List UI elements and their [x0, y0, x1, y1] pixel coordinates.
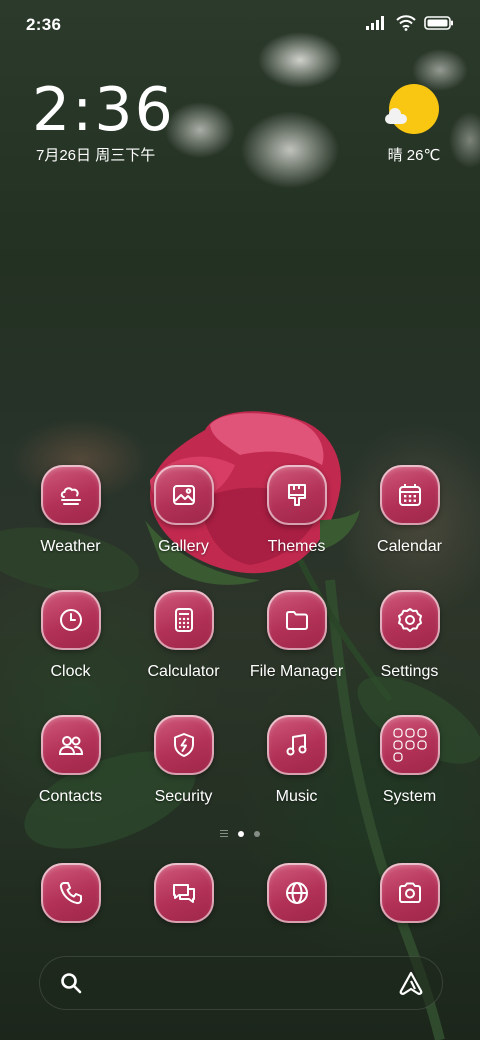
app-label: Settings	[380, 663, 439, 680]
dock-phone[interactable]	[14, 863, 127, 923]
dock-messages[interactable]	[127, 863, 240, 923]
messages-icon	[153, 863, 214, 923]
app-themes[interactable]: Themes	[240, 465, 353, 556]
app-label: File Manager	[249, 663, 344, 680]
shield-icon	[153, 715, 214, 775]
folder-icon	[266, 590, 327, 650]
app-label: Weather	[40, 538, 101, 555]
app-contacts[interactable]: Contacts	[14, 715, 127, 806]
sunny-partly-cloudy-icon	[385, 84, 439, 134]
music-note-icon	[266, 715, 327, 775]
app-file-manager[interactable]: File Manager	[240, 590, 353, 681]
widget-date: 7月26日 周三下午	[36, 147, 156, 164]
app-label: Calendar	[377, 538, 442, 555]
search-icon[interactable]	[59, 971, 83, 995]
app-label: Music	[275, 788, 318, 805]
status-time: 2:36	[26, 15, 62, 34]
app-clock[interactable]: Clock	[14, 590, 127, 681]
status-bar: 2:36	[0, 0, 480, 50]
app-weather[interactable]: Weather	[14, 465, 127, 556]
phone-icon	[40, 863, 101, 923]
page-dot-active[interactable]	[238, 830, 244, 837]
app-label: Clock	[50, 663, 91, 680]
page-indicator[interactable]	[0, 830, 480, 837]
gallery-icon	[153, 465, 214, 525]
app-music[interactable]: Music	[240, 715, 353, 806]
signal-icon	[366, 16, 384, 30]
weather-widget[interactable]: 晴 26℃	[384, 84, 444, 165]
clock-icon	[40, 590, 101, 650]
widget-time: 2:36	[32, 75, 175, 145]
status-icons	[366, 15, 454, 31]
app-list-icon[interactable]	[220, 830, 228, 837]
folder-grid-icon	[379, 715, 440, 775]
dock-camera[interactable]	[353, 863, 466, 923]
app-system-folder[interactable]: System	[353, 715, 466, 806]
app-label: System	[382, 788, 437, 805]
weather-icon	[40, 465, 101, 525]
dock-browser[interactable]	[240, 863, 353, 923]
app-calculator[interactable]: Calculator	[127, 590, 240, 681]
app-calendar[interactable]: Calendar	[353, 465, 466, 556]
assistant-icon[interactable]	[397, 969, 425, 997]
clock-widget[interactable]: 2:36 7月26日 周三下午	[32, 78, 175, 165]
calendar-icon	[379, 465, 440, 525]
browser-globe-icon	[266, 863, 327, 923]
gear-icon	[379, 590, 440, 650]
contacts-icon	[40, 715, 101, 775]
app-label: Contacts	[38, 788, 103, 805]
app-gallery[interactable]: Gallery	[127, 465, 240, 556]
app-label: Calculator	[147, 663, 220, 680]
camera-icon	[379, 863, 440, 923]
app-label: Gallery	[158, 538, 209, 555]
app-settings[interactable]: Settings	[353, 590, 466, 681]
app-label: Themes	[267, 538, 326, 555]
wifi-icon	[396, 15, 416, 31]
battery-icon	[424, 16, 453, 30]
app-label: Security	[154, 788, 213, 805]
weather-text: 晴 26℃	[387, 147, 441, 164]
page-dot[interactable]	[254, 830, 260, 837]
search-bar[interactable]	[39, 956, 443, 1010]
app-security[interactable]: Security	[127, 715, 240, 806]
calculator-icon	[153, 590, 214, 650]
themes-brush-icon	[266, 465, 327, 525]
